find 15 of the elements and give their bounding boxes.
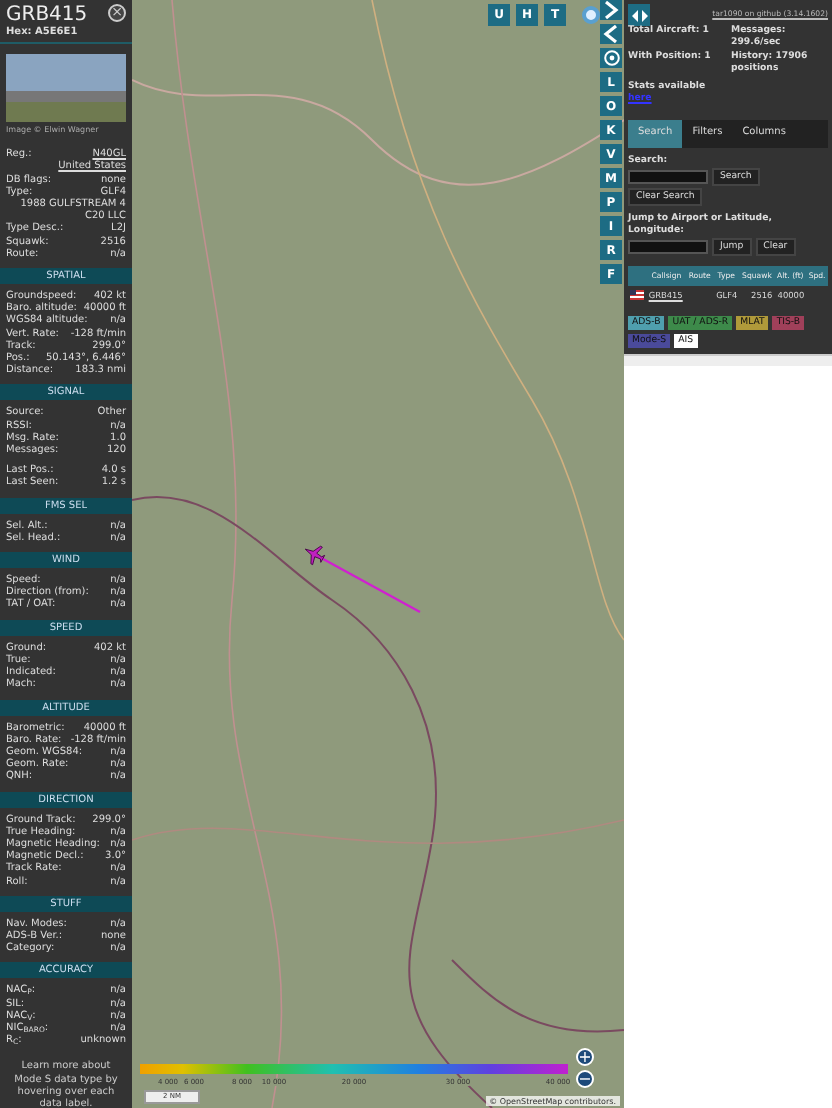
chevron-right-icon	[602, 0, 620, 21]
settings-button[interactable]	[600, 47, 622, 69]
photo-placeholder	[6, 54, 126, 122]
jump-field[interactable]	[628, 240, 708, 254]
aircraft-icon[interactable]	[304, 545, 326, 566]
chevron-right-button[interactable]	[600, 0, 622, 21]
flag-icon	[630, 290, 644, 301]
column-header	[628, 266, 647, 286]
settings-icon	[602, 48, 620, 69]
arrows-icon	[631, 9, 647, 21]
aircraft-callsign: GRB415	[6, 4, 88, 26]
search-field[interactable]	[628, 170, 708, 184]
chevron-left-icon	[602, 24, 620, 45]
expand-button[interactable]	[628, 4, 650, 26]
chevron-left-button[interactable]	[600, 23, 622, 45]
